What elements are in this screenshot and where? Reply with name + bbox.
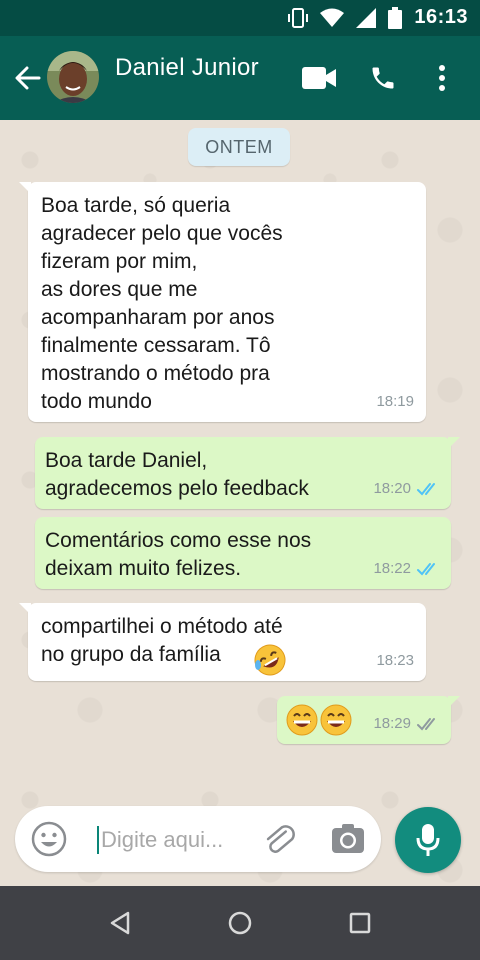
message-meta: 18:19	[376, 388, 414, 416]
message-outgoing[interactable]: Boa tarde Daniel, agradecemos pelo feedb…	[35, 437, 460, 509]
message-text: compartilhei o método até no grupo da fa…	[41, 613, 283, 669]
video-call-icon	[302, 67, 336, 89]
message-time: 18:23	[376, 652, 414, 669]
message-meta: 18:29	[373, 710, 439, 738]
vibrate-icon	[288, 7, 309, 28]
video-call-button[interactable]	[299, 58, 339, 98]
battery-icon	[388, 6, 403, 29]
nav-back-button[interactable]	[105, 908, 135, 938]
phone-call-icon	[372, 67, 394, 89]
message-incoming[interactable]: Boa tarde, só queria agradecer pelo que …	[19, 182, 426, 422]
message-time: 18:19	[376, 393, 414, 410]
status-bar: 16:13	[0, 0, 480, 36]
arrow-back-icon	[15, 66, 41, 90]
message-text: Boa tarde Daniel, agradecemos pelo feedb…	[45, 449, 309, 500]
avatar[interactable]	[47, 51, 99, 103]
message-text: Boa tarde, só queria agradecer pelo que …	[41, 194, 283, 413]
message-text: Comentários como esse nos deixam muito f…	[45, 529, 312, 580]
message-meta: 18:20	[373, 475, 439, 503]
recents-square-icon	[349, 912, 371, 934]
more-options-button[interactable]	[422, 58, 462, 98]
wifi-icon	[320, 8, 345, 27]
chat-header: Daniel Junior	[0, 36, 480, 120]
signal-icon	[356, 7, 377, 28]
system-nav-bar	[0, 886, 480, 960]
bubble-tail	[19, 603, 31, 615]
double-check-delivered-icon	[417, 718, 435, 731]
back-triangle-icon	[110, 911, 130, 935]
date-chip: ONTEM	[188, 128, 290, 166]
grinning-face-emoji-icon	[286, 704, 318, 736]
contact-name[interactable]: Daniel Junior	[115, 54, 259, 82]
message-text-content: compartilhei o método até no grupo da fa…	[41, 615, 283, 666]
message-outgoing[interactable]: 18:29	[277, 696, 460, 744]
message-incoming[interactable]: compartilhei o método até no grupo da fa…	[19, 603, 426, 681]
message-time: 18:22	[373, 560, 411, 577]
message-composer	[15, 806, 381, 872]
avatar-image	[47, 51, 99, 103]
message-input[interactable]	[101, 826, 271, 854]
phone-call-button[interactable]	[363, 58, 403, 98]
message-meta: 18:23	[376, 647, 414, 675]
back-button[interactable]	[10, 60, 46, 96]
mic-button[interactable]	[395, 807, 461, 873]
double-check-read-icon	[417, 483, 435, 496]
status-time: 16:13	[414, 6, 468, 28]
attach-clip-icon[interactable]	[261, 822, 297, 858]
message-outgoing[interactable]: Comentários como esse nos deixam muito f…	[35, 517, 451, 589]
bubble-tail	[448, 696, 460, 708]
message-time: 18:20	[373, 480, 411, 497]
rolling-on-floor-laughing-emoji-icon	[254, 644, 286, 676]
home-circle-icon	[228, 911, 252, 935]
message-time: 18:29	[373, 715, 411, 732]
bubble-tail	[19, 182, 31, 194]
emoji-icon[interactable]	[31, 821, 67, 857]
grinning-face-emoji-icon	[320, 704, 352, 736]
mic-icon	[416, 824, 440, 856]
chat-area[interactable]: ONTEM Boa tarde, só queria agradecer pel…	[0, 120, 480, 886]
more-vert-icon	[439, 65, 445, 91]
nav-recents-button[interactable]	[345, 908, 375, 938]
nav-home-button[interactable]	[225, 908, 255, 938]
status-icons: 16:13	[288, 6, 468, 29]
double-check-read-icon	[417, 563, 435, 576]
camera-icon[interactable]	[331, 823, 365, 855]
message-meta: 18:22	[373, 555, 439, 583]
bubble-tail	[448, 437, 460, 449]
text-caret	[97, 826, 99, 854]
